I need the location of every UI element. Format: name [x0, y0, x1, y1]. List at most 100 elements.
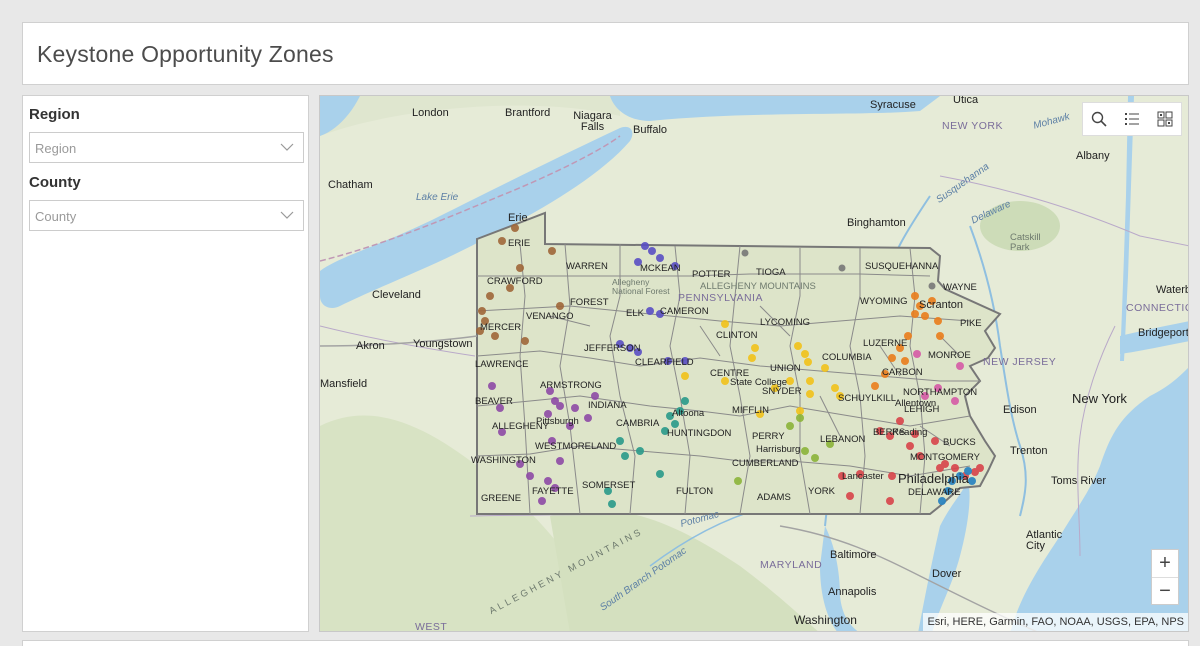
region-select[interactable]: Region [29, 132, 304, 163]
map-label-terrain: Allegheny National Forest [612, 277, 670, 296]
map-label-county: ADAMS [757, 492, 791, 503]
county-label: County [29, 174, 81, 191]
region-select-placeholder: Region [35, 141, 77, 156]
map-label-county: WESTMORELAND [535, 441, 617, 452]
map-label-county: SOMERSET [582, 480, 636, 491]
map-label-county: BEAVER [475, 396, 513, 407]
map-label-city: Mansfield [320, 378, 368, 390]
map-label-city: Chatham [328, 179, 373, 191]
zoom-in-button[interactable]: + [1152, 550, 1178, 577]
map-label-county: LEBANON [820, 434, 866, 445]
map-label-county: SNYDER [762, 386, 802, 397]
map-label-county: HUNTINGDON [667, 428, 732, 439]
search-icon [1092, 111, 1107, 127]
map-label-county: PERRY [752, 431, 785, 442]
map-label-city: Philadelphia [898, 471, 969, 486]
map-label-terrain: Catskill Park [1010, 232, 1041, 253]
map-label-county: CLINTON [716, 330, 758, 341]
map-label-county: MONTGOMERY [910, 452, 981, 463]
map-label-city: Youngstown [413, 338, 473, 350]
map-label-county: GREENE [481, 493, 522, 504]
map-label-county: JEFFERSON [584, 343, 641, 354]
map-label-county: ARMSTRONG [540, 380, 602, 391]
legend-list-icon [1124, 113, 1139, 125]
map-label-county: BUCKS [943, 437, 976, 448]
map-label-city: Toms River [1051, 475, 1107, 487]
map-label-county: SCHUYLKILL [838, 393, 897, 404]
map-label-county: ERIE [508, 238, 531, 249]
bottom-panel [22, 640, 1189, 646]
map-label-city: Annapolis [828, 586, 877, 598]
map-label-county: CENTRE [710, 368, 750, 379]
basemap-gallery-button[interactable] [1154, 108, 1176, 130]
map-label-county: FAYETTE [532, 486, 574, 497]
zoom-out-button[interactable]: − [1152, 577, 1178, 604]
map-label-county: SUSQUEHANNA [865, 261, 939, 272]
map-label-city: Binghamton [847, 217, 906, 229]
map-label-county: VENANGO [526, 311, 574, 322]
app-title: Keystone Opportunity Zones [37, 41, 334, 67]
map-label-county: PIKE [960, 318, 982, 329]
map-label-county: DELAWARE [908, 487, 961, 498]
map-label-city: Waterbury [1156, 284, 1188, 296]
map-label-county: CAMBRIA [616, 418, 660, 429]
map-label-city: Trenton [1010, 445, 1048, 457]
map-label-city: Baltimore [830, 549, 877, 561]
map-label-city: Washington [794, 613, 857, 627]
map-label-city: Harrisburg [756, 444, 801, 455]
map-label-city: Niagara Falls [573, 110, 612, 133]
map-label-county: CUMBERLAND [732, 458, 799, 469]
map-label-city: Bridgeport [1138, 327, 1189, 339]
map-label-state: PENNSYLVANIA [678, 292, 763, 304]
legend-button[interactable] [1121, 108, 1143, 130]
map-label-county: CARBON [882, 367, 923, 378]
map-label-city: Atlantic City [1026, 529, 1063, 552]
county-select[interactable]: County [29, 200, 304, 231]
map-label-city: Cleveland [372, 289, 421, 301]
map-label-city: Lancaster [842, 471, 884, 482]
map-label-county: BERKS [873, 427, 906, 438]
map-toolbar [1082, 102, 1182, 136]
map-label-city: Dover [932, 568, 962, 580]
map-label-state: NEW JERSEY [983, 356, 1057, 368]
map-label-city: Akron [356, 340, 385, 352]
map-label-terrain: ALLEGHENY MOUNTAINS [700, 281, 816, 292]
map-label-city: Utica [953, 95, 979, 106]
map-label-county: COLUMBIA [822, 352, 872, 363]
map-label-county: WAYNE [943, 282, 977, 293]
map-label-county: CLEARFIELD [635, 357, 694, 368]
zoom-control: + − [1151, 549, 1179, 605]
map-label-county: MCKEAN [640, 263, 681, 274]
map-label-county: MERCER [480, 322, 522, 333]
basemap-gallery-icon [1157, 111, 1173, 127]
map-label-county: CAMERON [660, 306, 709, 317]
map-label-county: ALLEGHENY [492, 421, 550, 432]
region-label: Region [29, 106, 80, 123]
map-label-county: LAWRENCE [475, 359, 529, 370]
map-label-county: FULTON [676, 486, 714, 497]
map-label-city: Buffalo [633, 124, 668, 136]
map-label-state: MARYLAND [760, 559, 823, 571]
map-label-city: Syracuse [870, 99, 916, 111]
map-label-water: Lake Erie [416, 192, 459, 203]
chevron-down-icon [280, 143, 294, 151]
map-label-city: London [412, 107, 449, 119]
map-label-city: Altoona [672, 408, 705, 419]
map-label-state: CONNECTICUT [1126, 302, 1188, 314]
map-label-county: LEHIGH [904, 404, 940, 415]
map-view[interactable]: Syracuse Utica London Brantford Niagara … [319, 95, 1189, 632]
map-label-county: WYOMING [860, 296, 908, 307]
map-label-county: TIOGA [756, 267, 786, 278]
map-label-county: POTTER [692, 269, 731, 280]
search-button[interactable] [1088, 108, 1110, 130]
map-label-county: YORK [808, 486, 835, 497]
map-label-county: MIFFLIN [732, 405, 769, 416]
map-label-city: Albany [1076, 150, 1110, 162]
map-label-state: NEW YORK [942, 120, 1003, 132]
map-label-city: Scranton [919, 299, 964, 311]
map-label-county: FOREST [570, 297, 609, 308]
map-label-city: Edison [1003, 404, 1037, 416]
map-label-county: MONROE [928, 350, 971, 361]
map-label-county: INDIANA [588, 400, 627, 411]
map-label-city: Erie [508, 212, 528, 224]
